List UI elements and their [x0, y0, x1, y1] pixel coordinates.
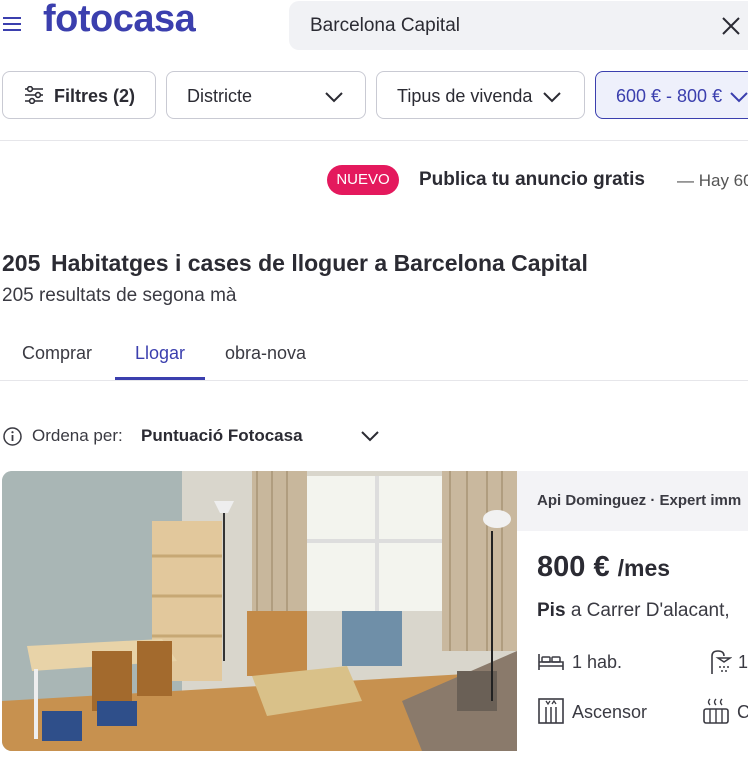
- info-icon[interactable]: [3, 427, 22, 446]
- shower-icon: [711, 650, 732, 674]
- promo-title[interactable]: Publica tu anuncio gratis: [419, 169, 645, 191]
- filters-label: Filtres (2): [54, 86, 136, 106]
- elevator-label: Ascensor: [572, 702, 648, 722]
- price-value: 800 €: [537, 551, 610, 583]
- tab-obra-nova[interactable]: obra-nova: [225, 343, 306, 364]
- logo[interactable]: fotocasa: [43, 0, 196, 41]
- sort-select[interactable]: Puntuació Fotocasa: [141, 426, 303, 446]
- search-value[interactable]: Barcelona Capital: [310, 15, 460, 37]
- heating-label: C: [737, 702, 748, 722]
- results-subtitle: 205 resultats de segona mà: [2, 285, 237, 306]
- new-badge: NUEVO: [327, 165, 399, 195]
- property-type-dropdown[interactable]: Tipus de vivenda: [376, 71, 585, 119]
- results-count: 205: [2, 250, 41, 276]
- tab-llogar[interactable]: Llogar: [135, 343, 185, 364]
- page-title: Habitatges i cases de lloguer a Barcelon…: [51, 250, 588, 276]
- chevron-down-icon[interactable]: [361, 430, 379, 442]
- baths-value: 1: [738, 652, 748, 672]
- property-type-label: Tipus de vivenda: [397, 86, 533, 106]
- sort-label: Ordena per:: [32, 426, 123, 445]
- chevron-down-icon: [543, 92, 561, 103]
- divider: [0, 140, 748, 141]
- chevron-down-icon: [730, 92, 748, 103]
- listing-address[interactable]: Pis a Carrer D'alacant,: [537, 600, 730, 622]
- promo-subtitle: — Hay 60: [677, 171, 748, 190]
- price-dropdown[interactable]: 600 € - 800 €: [595, 71, 748, 119]
- menu-icon[interactable]: [3, 17, 23, 35]
- rooms-value: 1 hab.: [572, 652, 623, 672]
- district-label: Districte: [187, 86, 253, 106]
- district-dropdown[interactable]: Districte: [166, 71, 366, 119]
- address-text: a Carrer D'alacant,: [570, 600, 730, 621]
- close-icon[interactable]: [720, 15, 742, 37]
- property-type: Pis: [537, 600, 566, 621]
- listing-photo[interactable]: [2, 471, 517, 751]
- bed-icon: [538, 654, 564, 670]
- agency-name[interactable]: Api Dominguez · Expert imm: [537, 492, 741, 509]
- price-label: 600 € - 800 €: [616, 86, 723, 106]
- price-unit: /mes: [617, 555, 671, 581]
- tab-comprar[interactable]: Comprar: [22, 343, 92, 364]
- tabs-divider: [0, 380, 748, 381]
- listing-price: 800 € /mes: [537, 551, 670, 584]
- elevator-icon: [538, 698, 564, 724]
- chevron-down-icon: [325, 92, 343, 103]
- filter-sliders-icon: [25, 86, 43, 104]
- filters-button[interactable]: Filtres (2): [2, 71, 156, 119]
- apartment-photo: [2, 471, 517, 751]
- heating-icon: [703, 698, 729, 724]
